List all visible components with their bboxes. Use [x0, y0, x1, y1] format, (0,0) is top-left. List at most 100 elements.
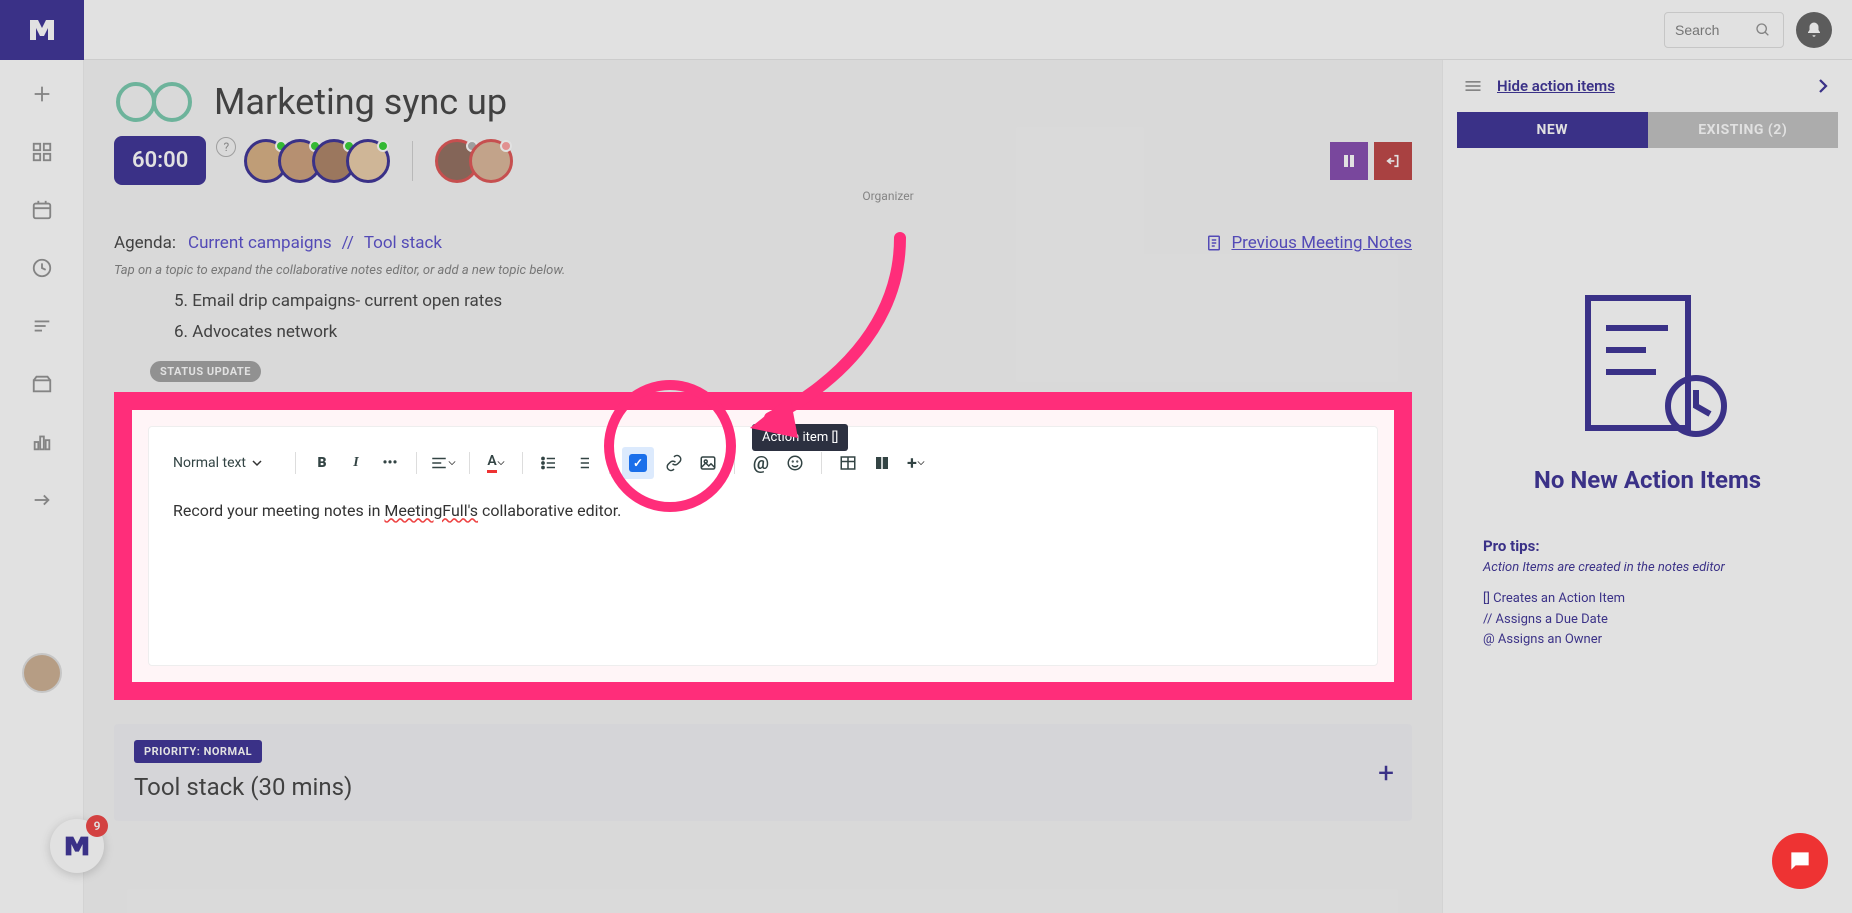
agenda-item-1[interactable]: Tool stack: [364, 233, 442, 253]
meeting-title: Marketing sync up: [214, 81, 507, 123]
plus-icon: [31, 83, 53, 105]
app-logo[interactable]: [0, 0, 84, 60]
editor-toolbar: Normal text B I ••• A ✓ @: [173, 447, 1353, 495]
add-button[interactable]: [28, 80, 56, 108]
nav-analytics[interactable]: [28, 428, 56, 456]
empty-document-icon: [1568, 288, 1728, 438]
numbered-list-icon: [574, 454, 592, 472]
notes-list: 5. Email drip campaigns- current open ra…: [114, 286, 1412, 347]
avatar[interactable]: [469, 139, 513, 183]
tab-new[interactable]: NEW: [1457, 112, 1648, 148]
table-button[interactable]: [834, 449, 862, 477]
agenda-item-0[interactable]: Current campaigns: [188, 233, 332, 253]
image-icon: [699, 454, 717, 472]
help-icon[interactable]: ?: [216, 137, 236, 157]
chevron-right-icon[interactable]: [1814, 77, 1832, 95]
current-user-avatar[interactable]: [22, 653, 62, 693]
link-button[interactable]: [660, 449, 688, 477]
editor-highlight: Action item [] Normal text B I ••• A ✓: [114, 392, 1412, 700]
action-item-tooltip: Action item []: [752, 424, 848, 451]
tips-subtitle: Action Items are created in the notes ed…: [1483, 558, 1812, 579]
clock-icon: [31, 257, 53, 279]
nav-notes[interactable]: [28, 312, 56, 340]
notifications-button[interactable]: [1796, 12, 1832, 48]
tab-existing[interactable]: EXISTING (2): [1648, 112, 1839, 148]
recurring-icon: [114, 80, 194, 124]
avatar[interactable]: [346, 139, 390, 183]
pause-icon: [1342, 154, 1356, 168]
priority-badge: PRIORITY: NORMAL: [134, 740, 262, 763]
editor-content[interactable]: Record your meeting notes in MeetingFull…: [173, 495, 1353, 520]
lines-icon: [31, 315, 53, 337]
search-icon: [1755, 22, 1771, 38]
notes-icon: [1205, 234, 1223, 252]
chat-icon: [1787, 848, 1813, 874]
empty-state: No New Action Items: [1443, 288, 1852, 494]
tip-item: @ Assigns an Owner: [1483, 630, 1812, 651]
intercom-button[interactable]: [1772, 833, 1828, 889]
bars-icon: [31, 431, 53, 453]
text-color-button[interactable]: A: [482, 449, 510, 477]
italic-button[interactable]: I: [342, 449, 370, 477]
chevron-down-icon: [252, 458, 262, 468]
insert-button[interactable]: +: [902, 449, 930, 477]
agenda-row: Agenda: Current campaigns // Tool stack …: [114, 233, 1412, 253]
bullet-list-button[interactable]: [535, 449, 563, 477]
avatar-divider: [412, 141, 413, 181]
columns-button[interactable]: [868, 449, 896, 477]
topic-title: Tool stack (30 mins): [134, 773, 1392, 801]
image-button[interactable]: [694, 449, 722, 477]
topic-card[interactable]: PRIORITY: NORMAL Tool stack (30 mins) +: [114, 724, 1412, 821]
bell-icon: [1805, 21, 1823, 39]
text-style-dropdown[interactable]: Normal text: [173, 449, 283, 477]
table-icon: [839, 454, 857, 472]
nav-dashboard[interactable]: [28, 138, 56, 166]
editor-box[interactable]: Normal text B I ••• A ✓ @: [148, 426, 1378, 666]
bullet-list-icon: [540, 454, 558, 472]
columns-icon: [873, 454, 891, 472]
numbered-list-button[interactable]: [569, 449, 597, 477]
note-item: 6. Advocates network: [174, 317, 1412, 348]
grid-icon: [31, 141, 53, 163]
nav-calendar[interactable]: [28, 196, 56, 224]
tips-title: Pro tips:: [1483, 534, 1812, 558]
pause-button[interactable]: [1330, 142, 1368, 180]
previous-notes-link[interactable]: Previous Meeting Notes: [1205, 233, 1412, 253]
mention-button[interactable]: @: [747, 449, 775, 477]
bold-button[interactable]: B: [308, 449, 336, 477]
hide-action-items-link[interactable]: Hide action items: [1497, 77, 1615, 95]
exit-button[interactable]: [1374, 142, 1412, 180]
meeting-header: Marketing sync up: [114, 80, 1412, 124]
meeting-controls-row: 60:00 ?: [114, 136, 1412, 185]
nav-archive[interactable]: [28, 370, 56, 398]
menu-icon[interactable]: [1463, 76, 1483, 96]
align-button[interactable]: [429, 449, 457, 477]
agenda-separator: //: [342, 233, 354, 253]
nav-history[interactable]: [28, 254, 56, 282]
emoji-icon: [786, 454, 804, 472]
main-content: Marketing sync up 60:00 ? Organizer Agen…: [84, 60, 1442, 913]
note-item: 5. Email drip campaigns- current open ra…: [174, 286, 1412, 317]
tip-item: [] Creates an Action Item: [1483, 589, 1812, 610]
arrow-right-icon: [31, 489, 53, 511]
pro-tips: Pro tips: Action Items are created in th…: [1483, 534, 1812, 651]
tip-item: // Assigns a Due Date: [1483, 610, 1812, 631]
nav-forward[interactable]: [28, 486, 56, 514]
search-box[interactable]: [1664, 12, 1784, 48]
search-input[interactable]: [1675, 22, 1755, 38]
emoji-button[interactable]: [781, 449, 809, 477]
external-avatars: [435, 139, 513, 183]
calendar-icon: [31, 199, 53, 221]
add-topic-button[interactable]: +: [1378, 756, 1394, 789]
action-item-button[interactable]: ✓: [622, 447, 654, 479]
action-items-panel: Hide action items NEW EXISTING (2) No Ne…: [1442, 60, 1852, 913]
topbar: [0, 0, 1852, 60]
more-format-button[interactable]: •••: [376, 449, 404, 477]
align-icon: [430, 454, 448, 472]
link-icon: [665, 454, 683, 472]
organizer-label: Organizer: [364, 189, 1412, 203]
meeting-timer[interactable]: 60:00: [114, 136, 206, 185]
agenda-hint: Tap on a topic to expand the collaborati…: [114, 263, 1412, 278]
box-icon: [31, 373, 53, 395]
left-nav: [0, 60, 84, 913]
